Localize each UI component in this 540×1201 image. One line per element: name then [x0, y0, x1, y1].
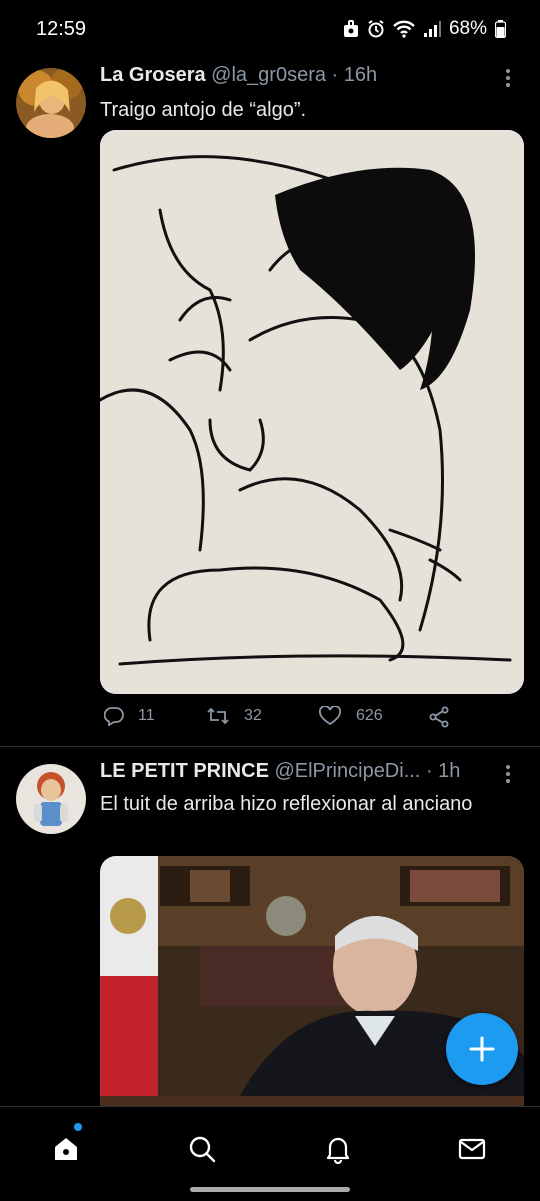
- alarm-icon: [368, 20, 384, 38]
- tweet-time: 16h: [343, 64, 378, 86]
- search-icon: [189, 1136, 216, 1163]
- notification-dot: [74, 1123, 82, 1131]
- signal-icon: [423, 21, 441, 37]
- tweet-divider: [0, 746, 540, 747]
- mail-icon: [458, 1138, 486, 1160]
- separator: ·: [425, 760, 433, 782]
- tweet-actions: 11 32 626: [100, 706, 524, 736]
- share-icon: [429, 706, 449, 728]
- tab-home[interactable]: [46, 1129, 86, 1169]
- tweet-text: El tuit de arriba hizo reflexionar al an…: [100, 793, 473, 815]
- tweet-text: Traigo antojo de “algo”.: [100, 99, 307, 121]
- like-count: 626: [356, 707, 383, 724]
- share-button[interactable]: [428, 706, 450, 728]
- tweet-header: La Grosera @la_gr0sera · 16h: [100, 64, 377, 87]
- reply-count: 11: [138, 707, 155, 724]
- retweet-button[interactable]: 32: [206, 706, 262, 726]
- tweet-header: LE PETIT PRINCE @ElPrincipeDi... · 1h: [100, 760, 460, 783]
- status-bar: 12:59 68%: [0, 0, 540, 58]
- plus-icon: [469, 1036, 495, 1062]
- user-handle[interactable]: @ElPrincipeDi...: [274, 760, 420, 782]
- vpn-icon: [343, 20, 358, 37]
- user-handle[interactable]: @la_gr0sera: [211, 64, 326, 86]
- wifi-icon: [393, 20, 415, 38]
- line-drawing-illustration: [100, 130, 524, 694]
- heart-icon: [318, 706, 342, 726]
- tweet-time: 1h: [438, 760, 461, 782]
- more-options-icon[interactable]: [498, 68, 518, 88]
- status-time: 12:59: [36, 18, 87, 40]
- display-name[interactable]: LE PETIT PRINCE: [100, 760, 269, 782]
- tab-search[interactable]: [182, 1129, 222, 1169]
- display-name[interactable]: La Grosera: [100, 64, 206, 86]
- bell-icon: [326, 1137, 350, 1164]
- reply-icon: [104, 707, 124, 726]
- tweet-1[interactable]: La Grosera @la_gr0sera · 16h Traigo anto…: [0, 60, 540, 746]
- battery-icon: [495, 20, 506, 38]
- tab-messages[interactable]: [452, 1129, 492, 1169]
- separator: ·: [331, 64, 339, 86]
- like-button[interactable]: 626: [318, 706, 383, 726]
- battery-percent: 68%: [448, 18, 487, 39]
- retweet-count: 32: [244, 707, 262, 724]
- tweet-image[interactable]: [100, 130, 524, 694]
- reply-button[interactable]: 11: [104, 706, 155, 726]
- status-icons: 68%: [343, 18, 506, 40]
- tab-notifications[interactable]: [318, 1129, 358, 1169]
- avatar[interactable]: [16, 764, 86, 834]
- retweet-icon: [207, 707, 229, 725]
- home-indicator[interactable]: [190, 1187, 350, 1192]
- more-options-icon[interactable]: [498, 764, 518, 784]
- home-icon: [55, 1138, 77, 1160]
- avatar[interactable]: [16, 68, 86, 138]
- compose-button[interactable]: [446, 1013, 518, 1085]
